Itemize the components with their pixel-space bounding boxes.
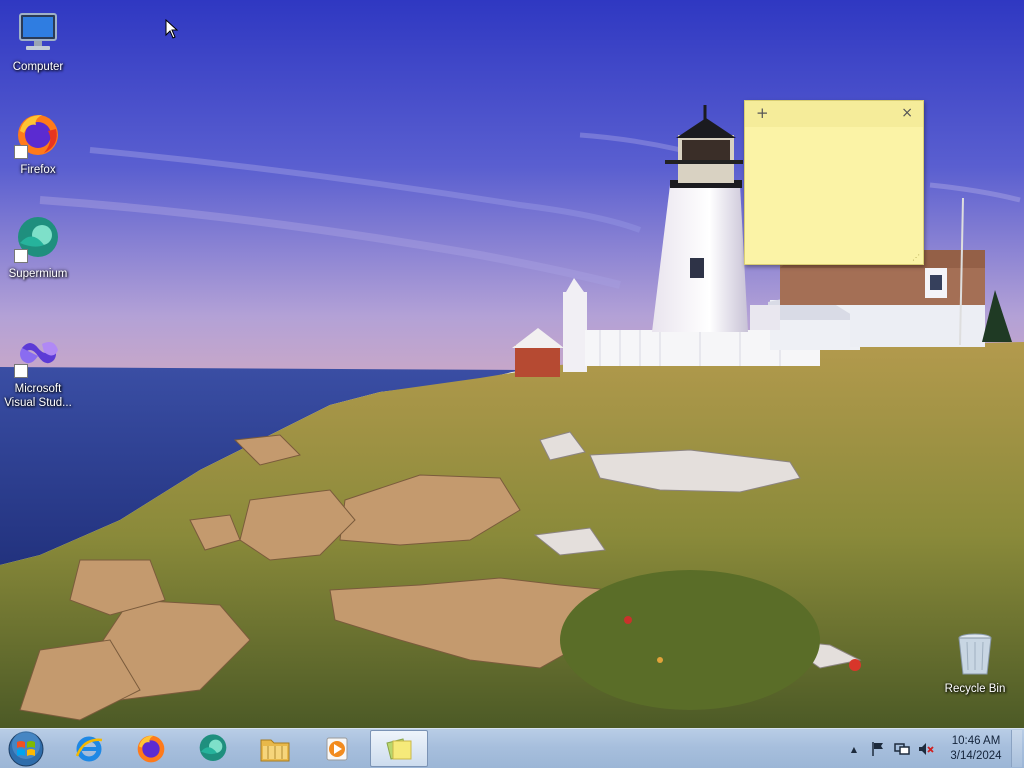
desktop-icon-firefox[interactable]: Firefox bbox=[0, 111, 76, 177]
sticky-note[interactable]: + × ⋰ bbox=[744, 100, 924, 265]
shortcut-arrow-icon bbox=[14, 145, 28, 159]
recycle-bin-icon bbox=[951, 630, 999, 678]
firefox-icon bbox=[14, 111, 62, 159]
desktop-icon-visual-studio[interactable]: Microsoft Visual Stud... bbox=[0, 330, 76, 410]
system-tray: ▲ 10:46 AM 3/14/2024 bbox=[842, 729, 1008, 769]
network-icon[interactable] bbox=[893, 740, 911, 758]
taskbar-internet-explorer[interactable] bbox=[60, 730, 118, 767]
desktop-icon-recycle-bin[interactable]: Recycle Bin bbox=[937, 630, 1013, 696]
clock-time: 10:46 AM bbox=[951, 735, 1001, 747]
computer-icon bbox=[14, 8, 62, 56]
sticky-note-text-area[interactable] bbox=[745, 127, 923, 259]
desktop-icon-label: Supermium bbox=[8, 268, 68, 280]
action-center-flag-icon[interactable] bbox=[869, 740, 887, 758]
mouse-cursor-icon bbox=[165, 19, 179, 39]
taskbar-sticky-notes[interactable] bbox=[370, 730, 428, 767]
taskbar-media-player[interactable] bbox=[308, 730, 366, 767]
desktop[interactable]: Computer Firefox Supermium Microsoft Vis… bbox=[0, 0, 1024, 728]
taskbar: ▲ 10:46 AM 3/14/2024 bbox=[0, 728, 1024, 768]
close-note-button[interactable]: × bbox=[901, 105, 913, 121]
supermium-icon bbox=[199, 733, 227, 761]
supermium-icon bbox=[14, 215, 62, 263]
show-hidden-icons-button[interactable]: ▲ bbox=[845, 740, 863, 758]
clock[interactable]: 10:46 AM 3/14/2024 bbox=[944, 734, 1008, 764]
windows-orb-icon bbox=[8, 731, 44, 767]
desktop-icon-label: Microsoft Visual Stud... bbox=[4, 383, 72, 409]
taskbar-windows-explorer[interactable] bbox=[246, 730, 304, 767]
resize-grip-icon[interactable]: ⋰ bbox=[912, 253, 920, 262]
sticky-notes-icon bbox=[386, 737, 412, 760]
taskbar-firefox[interactable] bbox=[122, 730, 180, 767]
sticky-note-titlebar[interactable]: + × bbox=[745, 101, 923, 127]
desktop-icon-supermium[interactable]: Supermium bbox=[0, 215, 76, 281]
start-button[interactable] bbox=[6, 730, 46, 768]
taskbar-supermium[interactable] bbox=[184, 730, 242, 767]
shortcut-arrow-icon bbox=[14, 249, 28, 263]
visual-studio-icon bbox=[14, 330, 62, 378]
media-player-icon bbox=[326, 737, 348, 760]
desktop-icon-computer[interactable]: Computer bbox=[0, 8, 76, 74]
desktop-icon-label: Recycle Bin bbox=[944, 683, 1006, 695]
desktop-icon-label: Computer bbox=[12, 61, 64, 73]
clock-date: 3/14/2024 bbox=[950, 750, 1002, 762]
desktop-icon-label: Firefox bbox=[20, 164, 56, 176]
folder-icon bbox=[260, 739, 290, 761]
show-desktop-button[interactable] bbox=[1011, 730, 1022, 767]
volume-muted-icon[interactable] bbox=[917, 740, 935, 758]
new-note-button[interactable]: + bbox=[756, 104, 769, 122]
shortcut-arrow-icon bbox=[14, 364, 28, 378]
internet-explorer-icon bbox=[75, 736, 103, 761]
firefox-icon bbox=[137, 735, 165, 762]
